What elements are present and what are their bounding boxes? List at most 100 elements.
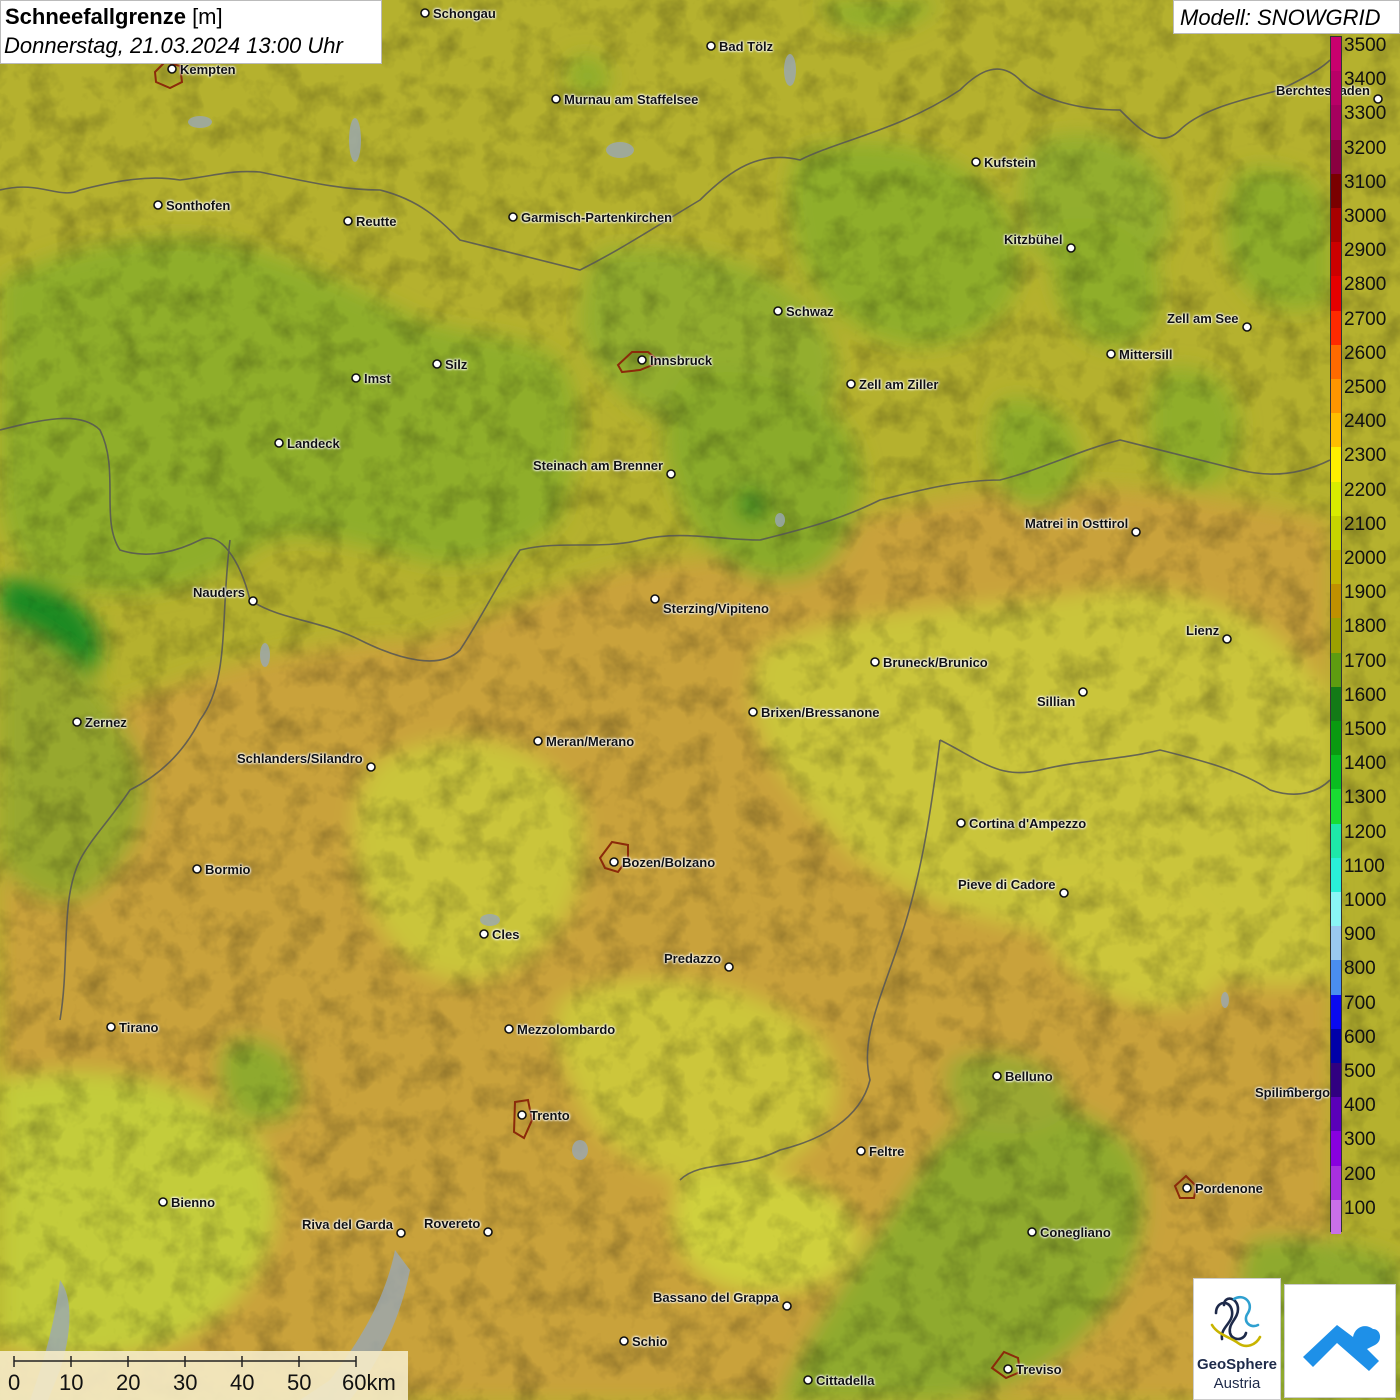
legend-swatch bbox=[1331, 857, 1341, 893]
city-label: Pordenone bbox=[1195, 1181, 1263, 1196]
geosphere-logo[interactable]: GeoSphere Austria bbox=[1193, 1278, 1281, 1400]
legend-label: 2700 bbox=[1344, 308, 1387, 330]
city-label: Zell am Ziller bbox=[859, 377, 939, 392]
city-label: Innsbruck bbox=[650, 353, 713, 368]
city-marker bbox=[479, 929, 489, 939]
geosphere-logo-line1: GeoSphere bbox=[1196, 1356, 1278, 1373]
legend-swatch bbox=[1331, 208, 1341, 243]
city-label: Lienz bbox=[1186, 623, 1220, 638]
legend-label: 3000 bbox=[1344, 206, 1387, 227]
legend-label: 200 bbox=[1344, 1163, 1376, 1185]
legend-label: 3400 bbox=[1344, 69, 1387, 91]
city-label: Bozen/Bolzano bbox=[622, 855, 716, 870]
legend-swatch bbox=[1331, 960, 1341, 996]
city-label: Garmisch-Partenkirchen bbox=[521, 210, 673, 225]
scale-tick-label: 20 bbox=[116, 1370, 141, 1395]
city-marker bbox=[1242, 322, 1252, 332]
city-marker bbox=[870, 657, 880, 667]
city-marker bbox=[650, 594, 660, 604]
legend-swatch bbox=[1331, 344, 1341, 380]
city-marker bbox=[167, 64, 177, 74]
legend-swatch bbox=[1331, 926, 1341, 961]
city-marker bbox=[533, 736, 543, 746]
color-legend bbox=[1330, 36, 1342, 1235]
city-label: Bienno bbox=[171, 1195, 216, 1210]
city-marker bbox=[343, 216, 353, 226]
legend-swatch bbox=[1331, 823, 1341, 859]
app-logo[interactable] bbox=[1284, 1284, 1396, 1398]
legend-label: 300 bbox=[1344, 1129, 1376, 1151]
city-marker bbox=[782, 1301, 792, 1311]
scale-bar: 0 10 20 30 40 50 60km bbox=[0, 1351, 408, 1400]
city-label: Feltre bbox=[869, 1144, 905, 1159]
legend-label: 700 bbox=[1344, 992, 1376, 1014]
legend-swatch bbox=[1331, 413, 1341, 448]
city-marker bbox=[846, 379, 856, 389]
city-marker bbox=[1106, 349, 1116, 359]
legend-label: 3500 bbox=[1344, 35, 1387, 56]
map-title-box: Schneefallgrenze [m] Donnerstag, 21.03.2… bbox=[0, 0, 382, 64]
legend-label: 2900 bbox=[1344, 240, 1387, 262]
city-label: Schongau bbox=[433, 6, 496, 21]
legend-label: 2400 bbox=[1344, 411, 1387, 433]
city-label: Bormio bbox=[205, 862, 251, 877]
legend-swatch bbox=[1331, 686, 1341, 722]
model-box: Modell: SNOWGRID bbox=[1173, 0, 1400, 34]
city-label: Schwaz bbox=[786, 304, 834, 319]
city-label: Zernez bbox=[85, 715, 127, 730]
city-marker bbox=[637, 355, 647, 365]
legend-label: 2800 bbox=[1344, 274, 1387, 296]
map-title-variable: Schneefallgrenze bbox=[5, 4, 186, 29]
mountain-cloud-icon bbox=[1303, 1325, 1381, 1371]
legend-swatch bbox=[1331, 379, 1341, 414]
city-label: Kitzbühel bbox=[1004, 232, 1063, 247]
scale-tick-label: 30 bbox=[173, 1370, 198, 1395]
legend-label: 2500 bbox=[1344, 377, 1387, 398]
legend-swatch bbox=[1331, 1165, 1341, 1201]
city-label: Kempten bbox=[180, 62, 236, 77]
legend-label: 1900 bbox=[1344, 582, 1387, 604]
city-label: Imst bbox=[364, 371, 391, 386]
city-label: Reutte bbox=[356, 214, 397, 229]
city-label: Bassano del Grappa bbox=[653, 1290, 779, 1305]
city-label: Sillian bbox=[1037, 694, 1076, 709]
legend-label: 1600 bbox=[1344, 684, 1387, 706]
city-marker bbox=[1078, 687, 1088, 697]
legend-label: 2200 bbox=[1344, 479, 1387, 501]
city-marker bbox=[483, 1227, 493, 1237]
city-marker bbox=[706, 41, 716, 51]
model-label: Modell: SNOWGRID bbox=[1180, 5, 1381, 30]
city-label: Murnau am Staffelsee bbox=[564, 92, 699, 107]
legend-label: 3100 bbox=[1344, 171, 1387, 193]
legend-label: 3200 bbox=[1344, 137, 1387, 159]
city-marker bbox=[1003, 1364, 1013, 1374]
city-label: Mezzolombardo bbox=[517, 1022, 616, 1037]
city-marker bbox=[724, 962, 734, 972]
legend-label: 1200 bbox=[1344, 821, 1387, 843]
legend-label: 900 bbox=[1344, 924, 1376, 946]
geosphere-logo-line2: Austria bbox=[1213, 1375, 1261, 1392]
city-label: Sonthofen bbox=[166, 198, 231, 213]
city-label: Bruneck/Brunico bbox=[883, 655, 988, 670]
city-label: Pieve di Cadore bbox=[958, 877, 1056, 892]
legend-swatch bbox=[1331, 71, 1341, 106]
legend-swatch bbox=[1331, 515, 1341, 551]
legend-swatch bbox=[1331, 1063, 1341, 1098]
city-label: Mittersill bbox=[1119, 347, 1173, 362]
scale-tick-label: 10 bbox=[59, 1370, 84, 1395]
geosphere-emblem-icon bbox=[1210, 1295, 1262, 1348]
city-marker bbox=[420, 8, 430, 18]
legend-swatch bbox=[1331, 173, 1341, 209]
city-label: Rovereto bbox=[424, 1216, 481, 1231]
legend-label: 1800 bbox=[1344, 616, 1387, 638]
city-marker bbox=[158, 1197, 168, 1207]
legend-label: 400 bbox=[1344, 1095, 1376, 1117]
city-label: Tirano bbox=[119, 1020, 159, 1035]
legend-swatch bbox=[1331, 310, 1341, 346]
legend-swatch bbox=[1331, 892, 1341, 927]
legend-swatch bbox=[1331, 789, 1341, 825]
city-label: Sterzing/Vipiteno bbox=[663, 601, 769, 616]
legend-swatch bbox=[1331, 994, 1341, 1030]
city-label: Cittadella bbox=[816, 1373, 875, 1388]
city-marker bbox=[274, 438, 284, 448]
